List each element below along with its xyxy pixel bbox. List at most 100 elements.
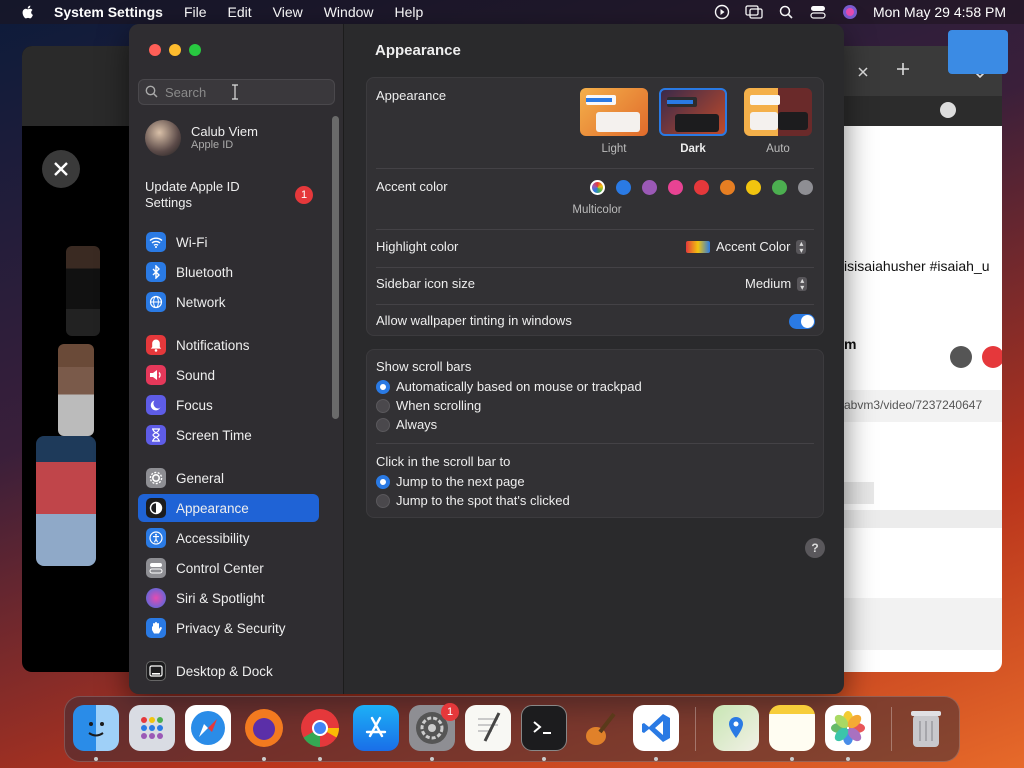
- settings-notification-badge: 1: [441, 703, 459, 721]
- appearance-option-dark[interactable]: [659, 88, 727, 136]
- sidebar-item-network[interactable]: Network: [138, 288, 319, 316]
- sidebar-item-control-center[interactable]: Control Center: [138, 554, 319, 582]
- control-center-icon[interactable]: [809, 4, 827, 20]
- accent-color-swatch[interactable]: [616, 180, 631, 195]
- sidebar-item-general[interactable]: General: [138, 464, 319, 492]
- sidebar-item-focus[interactable]: Focus: [138, 391, 319, 419]
- siri-icon: [146, 588, 166, 608]
- embed-code-icon[interactable]: [950, 346, 972, 368]
- vscode-icon[interactable]: [633, 705, 679, 751]
- accent-color-swatch[interactable]: [642, 180, 657, 195]
- app-menu[interactable]: System Settings: [54, 4, 163, 20]
- sidebar-scrollbar[interactable]: [332, 116, 339, 419]
- sidebar-icon-size-popup[interactable]: Medium ▴ ▾: [745, 276, 808, 291]
- sidebar-icon-size-label: Sidebar icon size: [376, 276, 475, 291]
- accent-color-swatch[interactable]: [720, 180, 735, 195]
- sidebar-item-label: Bluetooth: [176, 264, 234, 280]
- terminal-icon[interactable]: [521, 705, 567, 751]
- siri-icon[interactable]: [841, 4, 859, 20]
- photos-icon[interactable]: [825, 705, 871, 751]
- accent-color-swatch[interactable]: [668, 180, 683, 195]
- sidebar-item-label: Siri & Spotlight: [176, 590, 265, 606]
- trash-icon[interactable]: [903, 705, 949, 751]
- divider: [376, 443, 814, 444]
- desktop-folder-icon[interactable]: [948, 30, 1008, 74]
- scroll-bars-auto-label[interactable]: Automatically based on mouse or trackpad: [396, 379, 642, 394]
- jump-to-spot-label[interactable]: Jump to the spot that's clicked: [396, 493, 570, 508]
- jump-to-spot-radio[interactable]: [376, 494, 390, 508]
- jump-next-page-label[interactable]: Jump to the next page: [396, 474, 525, 489]
- scroll-bars-always-radio[interactable]: [376, 418, 390, 432]
- sidebar-item-sound[interactable]: Sound: [138, 361, 319, 389]
- window-menu[interactable]: Window: [324, 4, 374, 20]
- play-icon[interactable]: [713, 4, 731, 20]
- text-cursor-icon: [231, 84, 239, 103]
- launchpad-icon[interactable]: [129, 705, 175, 751]
- accent-color-swatch[interactable]: [798, 180, 813, 195]
- sidebar-item-notifications[interactable]: Notifications: [138, 331, 319, 359]
- sidebar-item-desktop-dock[interactable]: Desktop & Dock: [138, 657, 319, 685]
- maps-icon[interactable]: [713, 705, 759, 751]
- sidebar-item-accessibility[interactable]: Accessibility: [138, 524, 319, 552]
- finder-icon[interactable]: [73, 705, 119, 751]
- scroll-bars-when-scrolling-label[interactable]: When scrolling: [396, 398, 481, 413]
- edit-menu[interactable]: Edit: [228, 4, 252, 20]
- accent-color-swatch[interactable]: [746, 180, 761, 195]
- spotlight-search-icon[interactable]: [777, 4, 795, 20]
- profile-icon[interactable]: [940, 102, 956, 118]
- garageband-icon[interactable]: [577, 705, 623, 751]
- highlight-color-popup[interactable]: Accent Color ▴ ▾: [686, 239, 807, 254]
- globe-icon: [146, 292, 166, 312]
- jump-next-page-radio[interactable]: [376, 475, 390, 489]
- minimize-window-button[interactable]: [169, 44, 181, 56]
- appearance-label: Appearance: [376, 88, 447, 103]
- sidebar-item-siri-spotlight[interactable]: Siri & Spotlight: [138, 584, 319, 612]
- sidebar-item-appearance[interactable]: Appearance: [138, 494, 319, 522]
- sidebar-item-label: General: [176, 470, 225, 486]
- close-video-icon[interactable]: [42, 150, 80, 188]
- hourglass-icon: [146, 425, 166, 445]
- divider: [376, 168, 814, 169]
- safari-icon[interactable]: [185, 705, 231, 751]
- search-icon: [145, 85, 158, 101]
- appearance-option-light[interactable]: [580, 88, 648, 136]
- running-indicator: [654, 757, 658, 761]
- new-tab-icon[interactable]: [896, 62, 910, 81]
- chrome-icon[interactable]: [297, 705, 343, 751]
- appearance-option-auto[interactable]: [744, 88, 812, 136]
- running-indicator: [262, 757, 266, 761]
- accent-color-swatch[interactable]: [694, 180, 709, 195]
- view-menu[interactable]: View: [273, 4, 303, 20]
- share-icon[interactable]: [982, 346, 1002, 368]
- sidebar-item-bluetooth[interactable]: Bluetooth: [138, 258, 319, 286]
- accent-color-swatch[interactable]: [772, 180, 787, 195]
- running-indicator: [790, 757, 794, 761]
- page-url-field[interactable]: abvm3/video/7237240647: [840, 390, 1002, 422]
- file-menu[interactable]: File: [184, 4, 207, 20]
- scroll-bars-auto-radio[interactable]: [376, 380, 390, 394]
- textedit-icon[interactable]: [465, 705, 511, 751]
- apple-menu-icon[interactable]: [18, 4, 38, 20]
- sidebar-item-privacy-security[interactable]: Privacy & Security: [138, 614, 319, 642]
- wallpaper-tinting-toggle[interactable]: [789, 314, 815, 329]
- gear-icon: [146, 468, 166, 488]
- help-button[interactable]: ?: [805, 538, 825, 558]
- notes-icon[interactable]: [769, 705, 815, 751]
- help-menu[interactable]: Help: [395, 4, 424, 20]
- divider: [376, 304, 814, 305]
- sidebar-item-wifi[interactable]: Wi-Fi: [138, 228, 319, 256]
- update-apple-id-settings[interactable]: Update Apple ID Settings: [145, 179, 265, 211]
- screen-mirroring-icon[interactable]: [745, 4, 763, 20]
- accent-multicolor-swatch[interactable]: [590, 180, 605, 195]
- sidebar-item-screen-time[interactable]: Screen Time: [138, 421, 319, 449]
- firefox-icon[interactable]: [241, 705, 287, 751]
- app-store-icon[interactable]: [353, 705, 399, 751]
- close-tab-icon[interactable]: [858, 64, 868, 82]
- scroll-bars-always-label[interactable]: Always: [396, 417, 437, 432]
- moon-icon: [146, 395, 166, 415]
- close-window-button[interactable]: [149, 44, 161, 56]
- menubar-clock[interactable]: Mon May 29 4:58 PM: [873, 4, 1006, 20]
- scroll-bars-when-scrolling-radio[interactable]: [376, 399, 390, 413]
- zoom-window-button[interactable]: [189, 44, 201, 56]
- search-input[interactable]: Search: [138, 79, 335, 105]
